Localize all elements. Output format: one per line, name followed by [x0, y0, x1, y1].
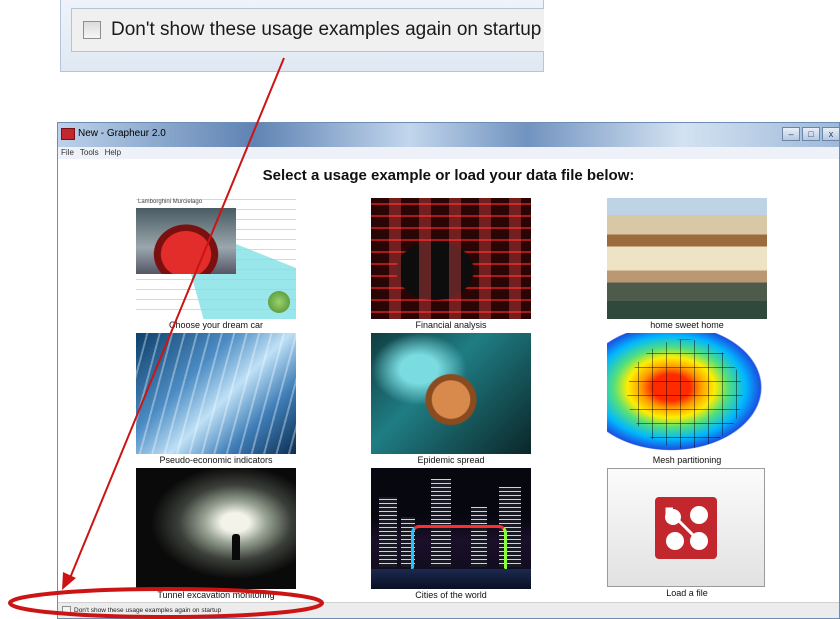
annotation-arrow-line — [69, 57, 285, 579]
annotation-arrowhead-icon — [62, 572, 76, 590]
annotation-ellipse — [8, 587, 324, 619]
annotation-overlay — [8, 57, 324, 619]
